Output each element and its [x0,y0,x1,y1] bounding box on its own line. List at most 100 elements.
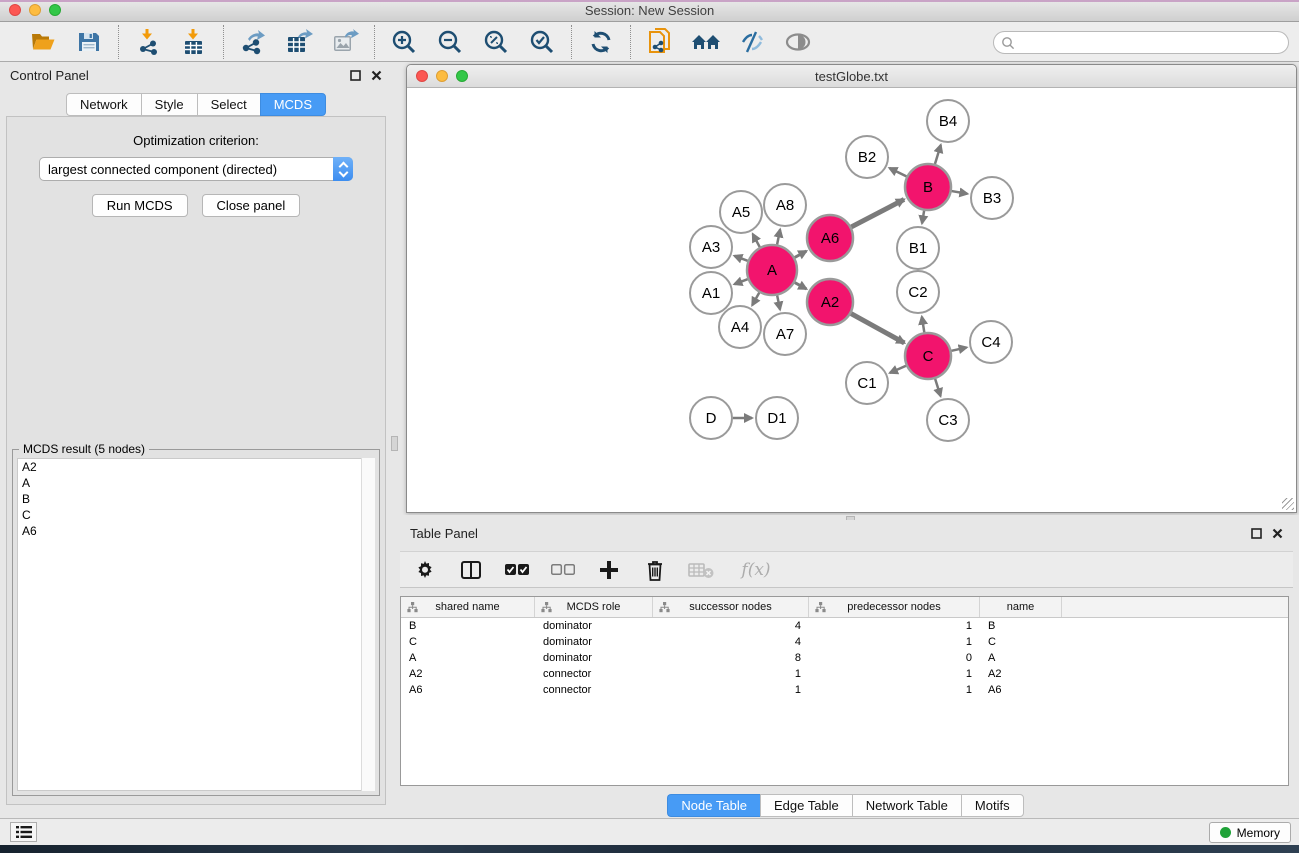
delete-columns-trash-icon[interactable] [642,557,668,583]
tab-node-table[interactable]: Node Table [667,794,760,817]
network-canvas[interactable]: B4B2BB3A5A8A6A3B1AA1C2A2A4A7C4CC1DD1C3 [407,88,1296,512]
add-column-icon[interactable] [596,557,622,583]
memory-button[interactable]: Memory [1209,822,1291,843]
network-window-titlebar[interactable]: testGlobe.txt [407,65,1296,88]
graph-edge-C-C3[interactable] [935,379,940,396]
run-mcds-button[interactable]: Run MCDS [92,194,188,217]
table-settings-gear-icon[interactable] [412,557,438,583]
search-box[interactable] [993,31,1289,54]
column-header-predecessor-nodes[interactable]: predecessor nodes [809,597,980,617]
cell-predecessor-nodes[interactable]: 1 [809,636,980,648]
close-panel-icon[interactable] [371,70,382,81]
graph-edge-C-C2[interactable] [922,317,924,333]
cell-shared-name[interactable]: A [401,652,535,664]
graph-edge-B-B3[interactable] [952,191,968,194]
graph-edge-B-B1[interactable] [922,211,924,224]
float-panel-icon[interactable] [350,70,361,81]
window-resize-grip[interactable] [1282,498,1294,510]
new-network-from-selection-icon[interactable] [645,28,675,56]
tab-motifs[interactable]: Motifs [961,794,1024,817]
table-row-A2[interactable]: A2connector11A2 [401,666,1288,682]
graph-edge-A-A8[interactable] [777,230,780,245]
cell-shared-name[interactable]: A6 [401,684,535,696]
cell-shared-name[interactable]: C [401,636,535,648]
cell-successor-nodes[interactable]: 1 [653,668,809,680]
zoom-fit-icon[interactable] [481,28,511,56]
graph-edge-A-A5[interactable] [753,234,760,247]
close-panel-icon[interactable] [1272,528,1283,539]
select-all-columns-icon[interactable] [504,557,530,583]
graph-edge-A-A6[interactable] [795,251,807,257]
refresh-view-icon[interactable] [586,28,616,56]
home-icon[interactable] [691,28,721,56]
graph-node-C2[interactable]: C2 [897,271,939,313]
tab-mcds[interactable]: MCDS [260,93,326,116]
search-input[interactable] [1015,34,1288,52]
network-close-button[interactable] [416,70,428,82]
table-row-A[interactable]: Adominator80A [401,650,1288,666]
graph-node-A1[interactable]: A1 [690,272,732,314]
cell-name[interactable]: A6 [980,684,1062,696]
column-header-name[interactable]: name [980,597,1062,617]
tab-network-table[interactable]: Network Table [852,794,961,817]
graph-node-B4[interactable]: B4 [927,100,969,142]
graph-edge-A-A3[interactable] [734,256,747,261]
cell-name[interactable]: A [980,652,1062,664]
table-row-C[interactable]: Cdominator41C [401,634,1288,650]
function-builder-icon[interactable]: f(x) [734,557,778,583]
save-session-icon[interactable] [74,28,104,56]
network-zoom-button[interactable] [456,70,468,82]
graph-node-C1[interactable]: C1 [846,362,888,404]
tab-network[interactable]: Network [66,93,141,116]
tab-edge-table[interactable]: Edge Table [760,794,852,817]
graph-node-A4[interactable]: A4 [719,306,761,348]
cell-MCDS-role[interactable]: dominator [535,620,653,632]
table-row-A6[interactable]: A6connector11A6 [401,682,1288,698]
export-image-icon[interactable] [330,28,360,56]
show-column-panel-icon[interactable] [458,557,484,583]
cell-successor-nodes[interactable]: 4 [653,620,809,632]
graph-node-A5[interactable]: A5 [720,191,762,233]
graph-node-B2[interactable]: B2 [846,136,888,178]
graph-node-A7[interactable]: A7 [764,313,806,355]
graph-edge-A-A1[interactable] [734,279,747,284]
tab-style[interactable]: Style [141,93,197,116]
result-item[interactable]: B [18,491,374,507]
column-header-MCDS-role[interactable]: MCDS role [535,597,653,617]
graph-node-A8[interactable]: A8 [764,184,806,226]
graph-edge-A6-B[interactable] [851,199,904,226]
graph-node-A6[interactable]: A6 [807,215,853,261]
zoom-window-button[interactable] [49,4,61,16]
graph-node-C4[interactable]: C4 [970,321,1012,363]
graph-node-B3[interactable]: B3 [971,177,1013,219]
graph-edge-B-B2[interactable] [889,168,906,176]
hide-panels-icon[interactable] [737,28,767,56]
cell-shared-name[interactable]: A2 [401,668,535,680]
graph-node-D1[interactable]: D1 [756,397,798,439]
graph-edge-A-A2[interactable] [795,283,807,289]
cell-shared-name[interactable]: B [401,620,535,632]
column-header-shared-name[interactable]: shared name [401,597,535,617]
task-history-button[interactable] [10,822,37,842]
graph-node-C[interactable]: C [905,333,951,379]
cell-name[interactable]: A2 [980,668,1062,680]
export-table-icon[interactable] [284,28,314,56]
mcds-result-scrollbar[interactable] [361,458,375,791]
result-item[interactable]: A [18,475,374,491]
open-file-icon[interactable] [28,28,58,56]
graph-node-D[interactable]: D [690,397,732,439]
graph-edge-C-C4[interactable] [951,347,966,350]
import-network-icon[interactable] [133,28,163,56]
cell-MCDS-role[interactable]: dominator [535,636,653,648]
graph-node-B[interactable]: B [905,164,951,210]
graph-node-A[interactable]: A [747,245,797,295]
cell-successor-nodes[interactable]: 8 [653,652,809,664]
graph-edge-A2-C[interactable] [851,314,904,343]
zoom-in-icon[interactable] [389,28,419,56]
graph-node-C3[interactable]: C3 [927,399,969,441]
cell-MCDS-role[interactable]: dominator [535,652,653,664]
result-item[interactable]: C [18,507,374,523]
import-table-icon[interactable] [179,28,209,56]
cell-MCDS-role[interactable]: connector [535,668,653,680]
zoom-out-icon[interactable] [435,28,465,56]
